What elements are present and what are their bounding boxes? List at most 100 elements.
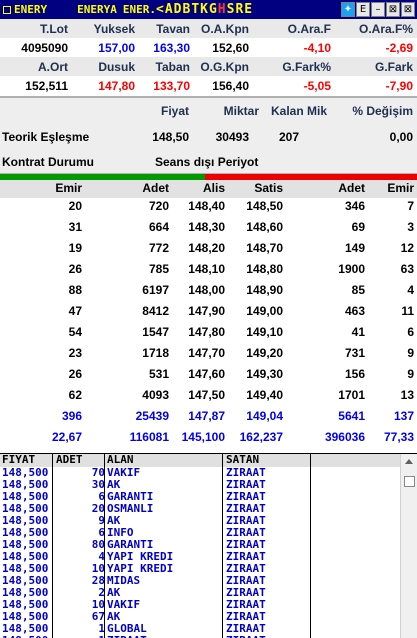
market-filter-letter[interactable]: E <box>244 2 253 17</box>
match-change: 0,00 <box>389 130 413 144</box>
stats-value: -7,90 <box>385 78 413 93</box>
trade-row[interactable]: 148,500 30 AK ZIRAAT <box>0 479 400 491</box>
trade-row[interactable]: 148,500 10 YAPI KREDI ZIRAAT <box>0 563 400 575</box>
depth-cell: 346 <box>344 199 365 213</box>
trade-row[interactable]: 148,500 10 VAKIF ZIRAAT <box>0 599 400 611</box>
trade-row[interactable]: 148,500 4 YAPI KREDI ZIRAAT <box>0 551 400 563</box>
trade-row[interactable]: 148,500 28 MIDAS ZIRAAT <box>0 575 400 587</box>
market-filter-letter[interactable]: R <box>235 2 244 17</box>
trade-row[interactable]: 148,500 80 GARANTI ZIRAAT <box>0 539 400 551</box>
depth-cell: 41 <box>351 325 365 339</box>
column-header[interactable]: Adet <box>338 181 365 195</box>
market-filter-letter[interactable]: B <box>182 2 191 17</box>
match-remaining: 207 <box>278 130 299 144</box>
symbol-tab-1[interactable]: ENERY <box>14 3 47 16</box>
depth-total-cell: 145,100 <box>181 430 225 444</box>
column-header[interactable]: ADET <box>56 454 83 466</box>
trade-row[interactable]: 148,500 2 AK ZIRAAT <box>0 587 400 599</box>
column-header[interactable]: FIYAT <box>2 454 35 466</box>
depth-cell: 148,30 <box>188 220 225 234</box>
stats-header: Dusuk <box>98 59 135 74</box>
window-menu-icon[interactable] <box>3 5 11 14</box>
column-header[interactable]: Adet <box>142 181 169 195</box>
trade-row[interactable]: 148,500 6 INFO ZIRAAT <box>0 527 400 539</box>
depth-cell: 148,10 <box>188 262 225 276</box>
trade-row[interactable]: 148,500 6 GARANTI ZIRAAT <box>0 491 400 503</box>
market-filter-letter[interactable]: D <box>174 2 183 17</box>
depth-cell: 156 <box>344 367 365 381</box>
vertical-scrollbar[interactable] <box>400 454 417 638</box>
depth-cell: 69 <box>351 220 365 234</box>
depth-cell: 19 <box>68 241 82 255</box>
depth-row[interactable]: 26 785 148,10 148,80 1900 63 <box>0 261 417 278</box>
depth-total-cell: 396 <box>61 409 82 423</box>
column-header[interactable]: ALAN <box>107 454 134 466</box>
market-filter-letter[interactable]: < <box>156 2 165 17</box>
depth-total-row: 396 25439 147,87 149,04 5641 137 <box>0 408 417 425</box>
depth-row[interactable]: 54 1547 147,80 149,10 41 6 <box>0 324 417 341</box>
e-button[interactable]: E <box>356 2 370 17</box>
depth-cell: 12 <box>400 241 414 255</box>
trade-row[interactable]: 148,500 9 AK ZIRAAT <box>0 515 400 527</box>
depth-cell: 1900 <box>338 262 365 276</box>
change-header: % Değişim <box>352 104 413 118</box>
depth-cell: 148,80 <box>246 262 283 276</box>
stats-value: 133,70 <box>153 78 190 93</box>
depth-total-cell: 25439 <box>135 409 169 423</box>
depth-total-cell: 77,33 <box>383 430 414 444</box>
market-filter-letter[interactable]: K <box>200 2 209 17</box>
symbol-tab-3[interactable]: ENER. <box>123 3 156 16</box>
trade-row[interactable]: 148,500 70 VAKIF ZIRAAT <box>0 467 400 479</box>
depth-total-cell: 5641 <box>338 409 365 423</box>
depth-cell: 63 <box>400 262 414 276</box>
depth-cell: 148,20 <box>188 241 225 255</box>
stats-header: T.Lot <box>40 21 68 36</box>
column-header[interactable]: Emir <box>55 181 82 195</box>
market-filter-letter[interactable]: A <box>165 2 174 17</box>
depth-row[interactable]: 62 4093 147,50 149,40 1701 13 <box>0 387 417 404</box>
market-filter-letter[interactable]: G <box>209 2 218 17</box>
market-depth-table: Emir Adet Alis Satis Adet Emir 20 720 148,… <box>0 180 417 452</box>
depth-cell: 148,40 <box>188 199 225 213</box>
depth-cell: 85 <box>351 283 365 297</box>
depth-row[interactable]: 19 772 148,20 148,70 149 12 <box>0 240 417 257</box>
trade-row[interactable]: 148,500 67 AK ZIRAAT <box>0 611 400 623</box>
column-header[interactable]: Emir <box>387 181 414 195</box>
depth-cell: 6 <box>407 325 414 339</box>
depth-cell: 149,40 <box>246 388 283 402</box>
depth-cell: 772 <box>148 241 169 255</box>
depth-total-row: 22,67 116081 145,100 162,237 396036 77,33 <box>0 429 417 446</box>
column-header[interactable]: Satis <box>254 181 283 195</box>
symbol-tab-2[interactable]: ENERYA <box>77 3 117 16</box>
depth-cell: 147,90 <box>188 304 225 318</box>
close-button[interactable]: ⊠ <box>401 2 415 17</box>
market-filter-letter[interactable]: T <box>191 2 200 17</box>
trades-header-row: FIYAT ADET ALAN SATAN <box>0 454 400 467</box>
market-filter-letter[interactable]: H <box>218 2 227 17</box>
depth-row[interactable]: 23 1718 147,70 149,20 731 9 <box>0 345 417 362</box>
stats-header: G.Fark <box>374 59 413 74</box>
depth-cell: 1718 <box>142 346 169 360</box>
twitter-icon[interactable]: ✦ <box>341 2 355 17</box>
depth-cell: 1701 <box>338 388 365 402</box>
scroll-thumb[interactable] <box>404 476 415 487</box>
column-header[interactable]: Alis <box>203 181 225 195</box>
depth-cell: 54 <box>68 325 82 339</box>
stats-value-row-1: 4095090 157,00 163,30 152,60 -4,10 -2,69 <box>0 38 417 57</box>
depth-cell: 9 <box>407 346 414 360</box>
depth-row[interactable]: 26 531 147,60 149,30 156 9 <box>0 366 417 383</box>
maximize-button[interactable]: ⊠ <box>386 2 400 17</box>
minimize-button[interactable]: – <box>371 2 385 17</box>
depth-cell: 7 <box>407 199 414 213</box>
depth-row[interactable]: 88 6197 148,00 148,90 85 4 <box>0 282 417 299</box>
column-header[interactable]: SATAN <box>226 454 259 466</box>
depth-row[interactable]: 47 8412 147,90 149,00 463 11 <box>0 303 417 320</box>
depth-row[interactable]: 20 720 148,40 148,50 346 7 <box>0 198 417 215</box>
stats-value: -2,69 <box>385 40 413 55</box>
trade-row[interactable]: 148,500 1 GLOBAL ZIRAAT <box>0 623 400 635</box>
depth-cell: 664 <box>148 220 169 234</box>
scroll-up-arrow-icon[interactable] <box>405 459 413 464</box>
market-filter-letter[interactable]: S <box>227 2 236 17</box>
depth-row[interactable]: 31 664 148,30 148,60 69 3 <box>0 219 417 236</box>
trade-row[interactable]: 148,500 20 OSMANLI ZIRAAT <box>0 503 400 515</box>
